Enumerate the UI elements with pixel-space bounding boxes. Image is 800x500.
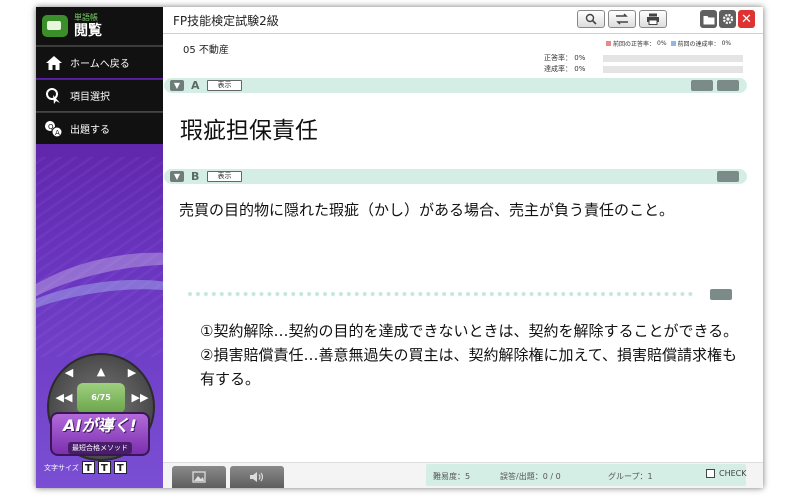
term-definition: 売買の目的物に隠れた瑕疵（かし）がある場合、売主が負う責任のこと。 (179, 201, 675, 219)
font-size-medium-button[interactable]: T (97, 461, 111, 474)
rate-legend: 前回の正答率： 0% 前回の達成率： 0% (602, 39, 731, 48)
term-title: 瑕疵担保責任 (180, 118, 318, 144)
dial-next-icon[interactable]: ▶▶ (131, 391, 149, 405)
close-icon: ✕ (741, 11, 752, 27)
progress-counter: 6/75 (77, 383, 125, 413)
font-size-label: 文字サイズ (44, 463, 79, 472)
side-b-header: ▼ B 表示 (164, 169, 747, 184)
print-icon (646, 10, 660, 29)
window-icon[interactable] (717, 171, 739, 182)
page-title: FP技能検定試験2級 (173, 14, 279, 28)
nav-home-label: ホームへ戻る (70, 59, 130, 70)
font-size-control: 文字サイズ T T T (44, 461, 127, 474)
dial-up-icon[interactable]: ▲ (92, 365, 110, 379)
answer-text: ①契約解除…契約の目的を達成できないときは、契約を解除することができる。 ②損害… (200, 319, 750, 391)
side-a-show-button[interactable]: 表示 (207, 80, 242, 91)
search-button[interactable] (577, 10, 605, 28)
gear-icon (722, 10, 734, 29)
dial-forward-icon[interactable]: ▶ (123, 366, 141, 380)
font-size-large-button[interactable]: T (113, 461, 127, 474)
dial-previous-icon[interactable]: ◀◀ (55, 391, 73, 405)
correct-rate-value: 0% (574, 54, 586, 62)
pointer-icon (44, 86, 64, 106)
header-divider (163, 33, 763, 34)
dial-back-icon[interactable]: ◀ (60, 366, 78, 380)
qa-icon: QA (44, 119, 64, 139)
nav-item-select-label: 項目選択 (70, 92, 110, 103)
legend-prev-achieve-swatch (670, 41, 676, 46)
search-icon (585, 10, 597, 29)
flashcard-logo-icon (42, 15, 68, 37)
speaker-icon (249, 468, 265, 487)
side-b-show-button[interactable]: 表示 (207, 171, 242, 182)
legend-prev-correct-label: 前回の正答率： (613, 41, 656, 48)
ai-badge-title: AIが導く! (63, 416, 137, 435)
sidebar-title: 単語帳 閲覧 (74, 13, 102, 39)
check-label: CHECK (719, 469, 747, 478)
legend-prev-achieve-label: 前回の達成率： (677, 41, 720, 48)
list-view-icon[interactable] (691, 80, 713, 91)
sidebar-mode-title: 閲覧 (74, 23, 102, 39)
legend-prev-correct-value: 0% (657, 40, 667, 47)
side-b-letter: B (191, 170, 200, 183)
check-toggle[interactable]: CHECK (706, 469, 747, 478)
achieve-rate-bar (603, 66, 743, 73)
print-button[interactable] (639, 10, 667, 28)
difficulty-stat: 難易度：5 (433, 472, 471, 481)
svg-text:A: A (55, 129, 60, 137)
swap-icon (615, 10, 629, 29)
folder-button[interactable] (700, 10, 717, 28)
group-stat: グループ：1 (608, 472, 653, 481)
image-button[interactable] (172, 466, 226, 488)
nav-item-select-button[interactable]: 項目選択 (36, 79, 163, 111)
achieve-rate-label: 達成率： (544, 65, 572, 73)
wrong-count-stat: 誤答/出題：0 / 0 (500, 472, 561, 481)
sidebar: 単語帳 閲覧 ホームへ戻る 項目選択 QA 出題する ▲ ◀ ▶ ◀◀ ▶▶ 6… (36, 7, 163, 488)
ai-method-badge[interactable]: AIが導く! 最短合格メソッド (50, 412, 150, 456)
answer-line: ②損害賠償責任…善意無過失の買主は、契約解除権に加えて、損害賠償請求権も有する。 (200, 346, 737, 388)
swap-button[interactable] (608, 10, 636, 28)
section-label: 05 不動産 (183, 45, 229, 56)
achieve-rate: 達成率： 0% (544, 64, 585, 74)
legend-prev-achieve-value: 0% (721, 40, 732, 47)
close-button[interactable]: ✕ (738, 10, 755, 28)
side-a-letter: A (191, 79, 200, 92)
achieve-rate-value: 0% (574, 65, 586, 73)
side-a-collapse-icon[interactable]: ▼ (170, 80, 184, 91)
stats-panel (426, 464, 746, 486)
sound-button[interactable] (230, 466, 284, 488)
dotted-divider (188, 292, 693, 296)
app-window: 単語帳 閲覧 ホームへ戻る 項目選択 QA 出題する ▲ ◀ ▶ ◀◀ ▶▶ 6… (36, 7, 763, 488)
legend-prev-correct-swatch (606, 41, 611, 46)
sidebar-subtitle: 単語帳 (74, 13, 98, 22)
correct-rate: 正答率： 0% (544, 53, 585, 63)
font-size-small-button[interactable]: T (81, 461, 95, 474)
image-icon (192, 468, 206, 487)
window-icon[interactable] (710, 289, 732, 300)
correct-rate-label: 正答率： (544, 54, 572, 62)
svg-text:Q: Q (48, 123, 54, 131)
sidebar-header: 単語帳 閲覧 (36, 7, 163, 45)
nav-home-button[interactable]: ホームへ戻る (36, 46, 163, 78)
settings-button[interactable] (719, 10, 736, 28)
nav-quiz-label: 出題する (70, 125, 110, 136)
answer-line: ①契約解除…契約の目的を達成できないときは、契約を解除することができる。 (200, 322, 739, 340)
correct-rate-bar (603, 55, 743, 62)
window-icon[interactable] (717, 80, 739, 91)
ai-badge-subtitle: 最短合格メソッド (68, 442, 132, 454)
nav-quiz-button[interactable]: QA 出題する (36, 112, 163, 144)
side-a-header: ▼ A 表示 (164, 78, 747, 93)
side-b-collapse-icon[interactable]: ▼ (170, 171, 184, 182)
home-icon (44, 53, 64, 73)
check-checkbox[interactable] (706, 469, 715, 478)
folder-icon (703, 10, 715, 29)
